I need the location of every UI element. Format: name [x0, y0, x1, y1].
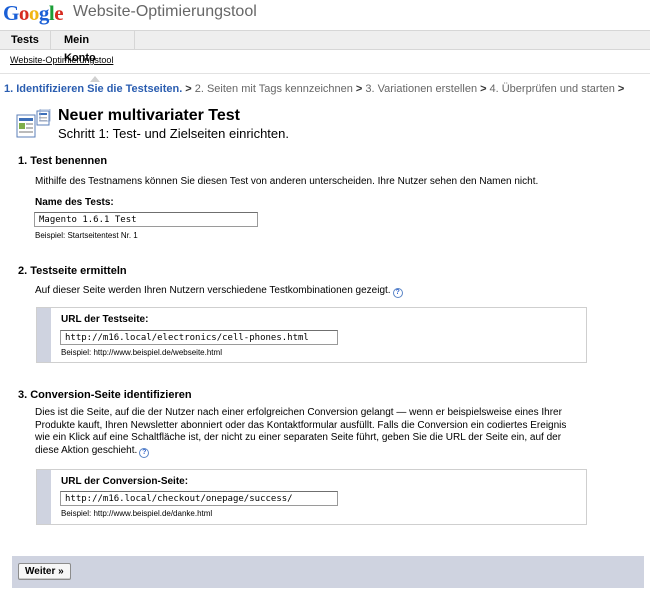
description-line: Produkte kauft, Ihren Newsletter abonnie… [35, 419, 567, 431]
conversion-page-url-label: URL der Conversion-Seite: [61, 476, 189, 487]
test-name-label: Name des Tests: [35, 197, 114, 208]
test-page-url-label: URL der Testseite: [61, 314, 149, 325]
logo-letter: e [54, 1, 64, 25]
next-button[interactable]: Weiter » [18, 563, 71, 580]
conversion-page-url-hint: Beispiel: http://www.beispiel.de/danke.h… [61, 509, 213, 518]
logo-letter: o [28, 1, 40, 25]
step-2: 2. Seiten mit Tags kennzeichnen [194, 83, 353, 95]
section-heading-conversion-page: 3. Conversion-Seite identifizieren [18, 389, 192, 401]
description-line: wie ein Klick auf eine Schaltfläche ist,… [35, 432, 562, 443]
breadcrumb-link[interactable]: Website-Optimierungstool [10, 55, 113, 65]
tab-mein-konto[interactable]: Mein Konto [53, 31, 135, 64]
app-header: Google Website-Optimierungstool [0, 0, 650, 30]
conversion-page-url-box: URL der Conversion-Seite: Beispiel: http… [36, 469, 587, 525]
logo-letter: o [18, 1, 30, 25]
description-line: Dies ist die Seite, auf die der Nutzer n… [35, 407, 562, 418]
test-name-hint: Beispiel: Startseitentest Nr. 1 [35, 231, 138, 240]
conversion-page-description: Dies ist die Seite, auf die der Nutzer n… [35, 407, 566, 458]
section-description: Auf dieser Seite werden Ihren Nutzern ve… [35, 285, 403, 298]
test-page-description: Auf dieser Seite werden Ihren Nutzern ve… [35, 285, 391, 296]
wizard-steps: 1. Identifizieren Sie die Testseiten. >2.… [4, 83, 627, 95]
step-4: 4. Überprüfen und starten [489, 83, 615, 95]
step-separator: > [355, 83, 363, 95]
footer-action-bar: Weiter » [12, 556, 644, 588]
test-page-url-input[interactable] [60, 330, 338, 345]
step-separator: > [185, 83, 192, 95]
step-1-current: 1. Identifizieren Sie die Testseiten. [4, 83, 183, 95]
section-heading-test-page: 2. Testseite ermitteln [18, 265, 127, 277]
page-title: Neuer multivariater Test [58, 107, 240, 124]
product-name: Website-Optimierungstool [73, 3, 257, 20]
section-heading-test-name: 1. Test benennen [18, 155, 108, 167]
multivariate-test-icon [16, 109, 51, 138]
test-page-url-hint: Beispiel: http://www.beispiel.de/webseit… [61, 348, 222, 357]
step-separator: > [617, 83, 625, 95]
test-name-input[interactable] [34, 212, 258, 227]
logo-letter: G [3, 1, 19, 25]
logo-letter: g [38, 1, 50, 25]
box-accent-bar [37, 470, 51, 524]
step-separator: > [480, 83, 487, 95]
help-icon[interactable]: ? [392, 288, 403, 298]
section-description: Mithilfe des Testnamens können Sie diese… [35, 176, 539, 187]
conversion-page-url-input[interactable] [60, 491, 338, 506]
step-3: 3. Variationen erstellen [365, 83, 478, 95]
test-page-url-box: URL der Testseite: Beispiel: http://www.… [36, 307, 587, 363]
google-logo[interactable]: Google [3, 1, 64, 26]
box-accent-bar [37, 308, 51, 362]
page-subtitle: Schritt 1: Test- und Zielseiten einricht… [58, 126, 289, 141]
description-line: diese Aktion geschieht. [35, 444, 138, 456]
current-step-pointer [90, 76, 100, 82]
main-nav: Tests Mein Konto [0, 30, 650, 64]
tab-tests[interactable]: Tests [0, 31, 51, 50]
divider [0, 73, 650, 74]
help-icon[interactable]: ? [139, 447, 150, 458]
